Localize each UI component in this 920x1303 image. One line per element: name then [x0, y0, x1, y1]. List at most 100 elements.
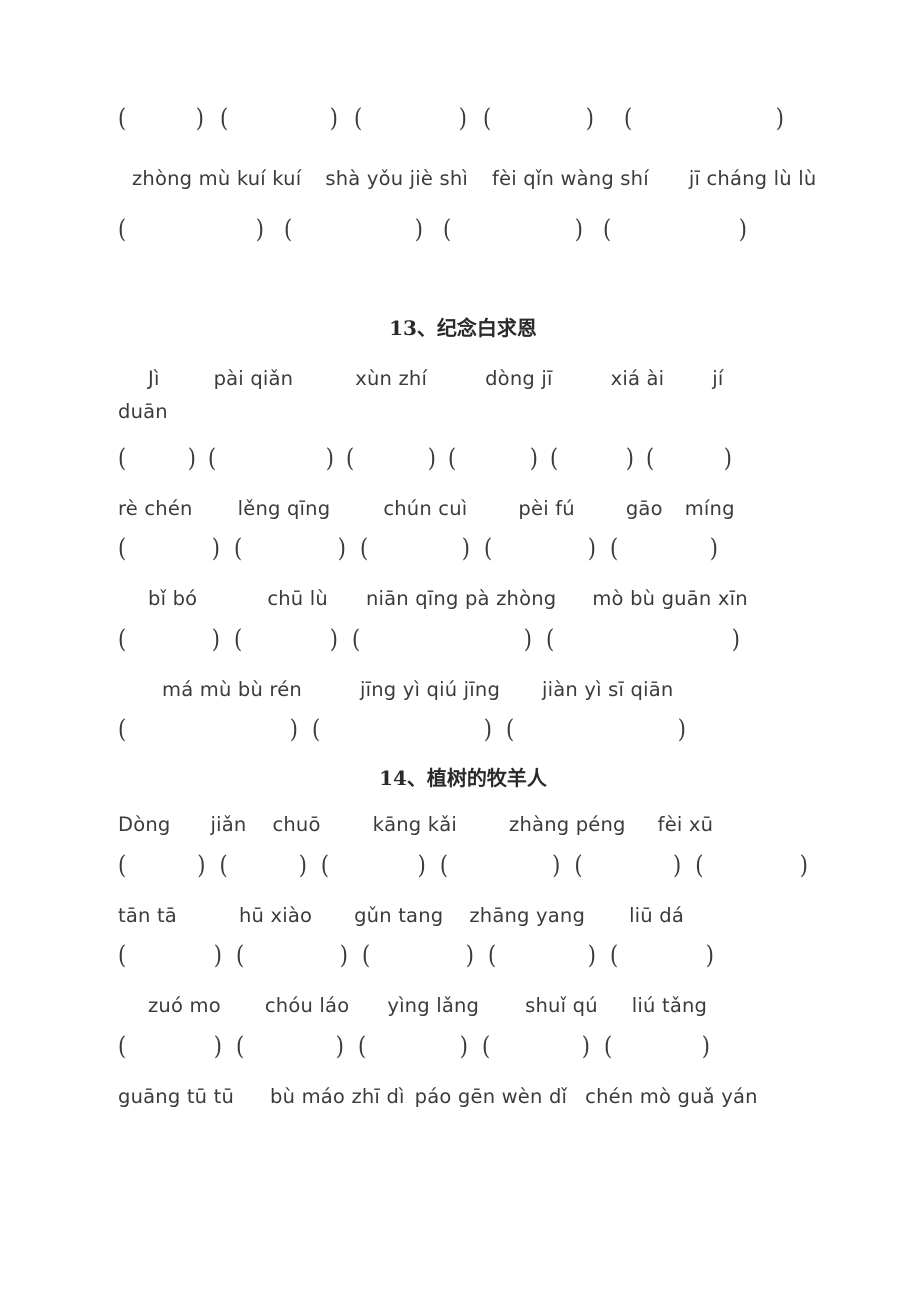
paren-left-icon: ( — [219, 849, 228, 880]
paren-left-icon: ( — [358, 1030, 367, 1061]
paren-right-icon: ) — [187, 442, 196, 473]
answer-bracket[interactable]: ( ) — [695, 852, 808, 878]
pinyin-row: Dòng jiǎn chuō kāng kǎi zhàng péng fèi x… — [118, 815, 808, 835]
paren-right-icon: ) — [465, 940, 474, 970]
answer-bracket[interactable]: ( ) — [346, 445, 436, 471]
paren-right-icon: ) — [335, 1030, 344, 1061]
pinyin-item: xùn zhí — [355, 366, 428, 390]
pinyin-item: niān qīng pà zhòng — [365, 587, 557, 610]
paren-left-icon: ( — [118, 714, 127, 744]
answer-bracket[interactable]: ( ) — [488, 940, 596, 970]
pinyin-item: jiǎn — [210, 813, 247, 836]
answer-bracket[interactable]: ( ) — [236, 1030, 344, 1061]
pinyin-item: lěng qīng — [237, 496, 331, 520]
answer-bracket[interactable]: ( ) — [118, 623, 220, 654]
answer-bracket[interactable]: ( ) — [236, 942, 348, 968]
answer-bracket[interactable]: ( ) — [610, 533, 718, 563]
answer-bracket[interactable]: ( ) — [118, 1033, 222, 1059]
answer-bracket[interactable]: ( ) — [448, 445, 538, 471]
paren-left-icon: ( — [118, 623, 127, 654]
answer-bracket-row[interactable]: ( ) ( ) ( ) ( ) ( ) ( ) — [118, 442, 808, 473]
answer-bracket[interactable]: ( ) — [208, 442, 334, 473]
answer-bracket[interactable]: ( ) — [118, 216, 264, 242]
answer-bracket-row[interactable]: ( ) ( ) ( ) ( ) — [118, 623, 808, 654]
paren-right-icon: ) — [552, 849, 561, 880]
paren-right-icon: ) — [709, 533, 718, 563]
answer-bracket[interactable]: ( ) — [506, 716, 686, 742]
paren-right-icon: ) — [417, 849, 426, 880]
answer-bracket[interactable]: ( ) — [358, 1030, 468, 1061]
answer-bracket[interactable]: ( ) — [362, 940, 474, 970]
answer-bracket-row[interactable]: ( ) ( ) ( ) ( ) — [118, 213, 808, 244]
answer-bracket[interactable]: ( ) — [220, 103, 338, 133]
answer-bracket[interactable]: ( ) — [610, 940, 714, 970]
answer-bracket[interactable]: ( ) — [360, 533, 470, 563]
pinyin-item: yìng lǎng — [387, 994, 480, 1017]
paren-right-icon: ) — [211, 623, 220, 654]
answer-bracket[interactable]: ( ) — [546, 626, 740, 652]
pinyin-item: zhòng mù kuí kuí — [132, 167, 302, 190]
pinyin-row: má mù bù rén jīng yì qiú jīng jiàn yì sī… — [118, 679, 808, 700]
answer-bracket-row[interactable]: ( ) ( ) ( ) — [118, 714, 808, 744]
answer-bracket[interactable]: ( ) — [604, 1030, 710, 1061]
answer-bracket[interactable]: ( ) — [440, 849, 561, 880]
paren-left-icon: ( — [352, 623, 361, 654]
paren-left-icon: ( — [208, 442, 217, 473]
pinyin-item: zuó mo — [148, 994, 221, 1017]
paren-right-icon: ) — [289, 714, 298, 744]
answer-bracket[interactable]: ( ) — [550, 445, 634, 471]
paren-right-icon: ) — [701, 1030, 710, 1061]
paren-right-icon: ) — [705, 940, 714, 970]
answer-bracket[interactable]: ( ) — [624, 103, 784, 133]
paren-right-icon: ) — [337, 533, 346, 563]
pinyin-item: tān tā — [118, 903, 177, 927]
paren-right-icon: ) — [461, 533, 470, 563]
pinyin-row: guāng tū tū bù máo zhī dì páo gēn wèn dǐ… — [118, 1084, 808, 1108]
answer-bracket[interactable]: ( ) — [646, 445, 732, 471]
answer-bracket[interactable]: ( ) — [118, 105, 204, 131]
answer-bracket[interactable]: ( ) — [352, 623, 532, 654]
paren-right-icon: ) — [523, 623, 532, 654]
answer-bracket[interactable]: ( ) — [234, 533, 346, 563]
answer-bracket[interactable]: ( ) — [118, 442, 196, 473]
answer-bracket[interactable]: ( ) — [483, 105, 594, 131]
pinyin-item: shuǐ qú — [525, 994, 598, 1017]
answer-bracket[interactable]: ( ) — [118, 535, 220, 561]
lesson-title-14: 14、植树的牧羊人 — [379, 766, 547, 790]
pinyin-item: guāng tū tū — [118, 1084, 235, 1108]
pinyin-item: pèi fú — [518, 496, 575, 520]
answer-bracket[interactable]: ( ) — [118, 852, 205, 878]
answer-bracket[interactable]: ( ) — [219, 849, 306, 880]
pinyin-item: zhàng péng — [509, 813, 626, 836]
paren-left-icon: ( — [488, 940, 497, 970]
answer-bracket[interactable]: ( ) — [482, 1030, 590, 1061]
paren-left-icon: ( — [482, 1030, 491, 1061]
paren-left-icon: ( — [354, 103, 363, 133]
paren-left-icon: ( — [624, 103, 633, 133]
paren-right-icon: ) — [329, 623, 338, 654]
answer-bracket-row[interactable]: ( ) ( ) ( ) ( ) ( ) ( ) — [118, 849, 808, 880]
pinyin-row: zuó mo chóu láo yìng lǎng shuǐ qú liú tǎ… — [118, 996, 808, 1016]
answer-bracket[interactable]: ( ) — [484, 535, 596, 561]
answer-bracket[interactable]: ( ) — [443, 213, 583, 244]
answer-bracket[interactable]: ( ) — [312, 716, 492, 742]
answer-bracket-row[interactable]: ( ) ( ) ( ) ( ) ( ) — [118, 1030, 808, 1061]
pinyin-item: chún cuì — [383, 496, 468, 520]
paren-left-icon: ( — [362, 940, 371, 970]
paren-left-icon: ( — [443, 213, 452, 244]
answer-bracket[interactable]: ( ) — [118, 714, 298, 744]
answer-bracket[interactable]: ( ) — [603, 216, 747, 242]
answer-bracket[interactable]: ( ) — [354, 103, 467, 133]
paren-right-icon: ) — [587, 940, 596, 970]
pinyin-item: mò bù guān xīn — [592, 587, 748, 610]
answer-bracket-row[interactable]: ( ) ( ) ( ) ( ) ( ) — [118, 103, 808, 133]
answer-bracket-row[interactable]: ( ) ( ) ( ) ( ) ( ) — [118, 533, 808, 563]
answer-bracket[interactable]: ( ) — [118, 942, 222, 968]
paren-left-icon: ( — [220, 103, 229, 133]
answer-bracket[interactable]: ( ) — [234, 623, 338, 654]
answer-bracket[interactable]: ( ) — [284, 216, 423, 242]
pinyin-item: rè chén — [118, 496, 193, 520]
answer-bracket[interactable]: ( ) — [574, 852, 681, 878]
answer-bracket-row[interactable]: ( ) ( ) ( ) ( ) ( ) — [118, 940, 808, 970]
answer-bracket[interactable]: ( ) — [321, 849, 426, 880]
